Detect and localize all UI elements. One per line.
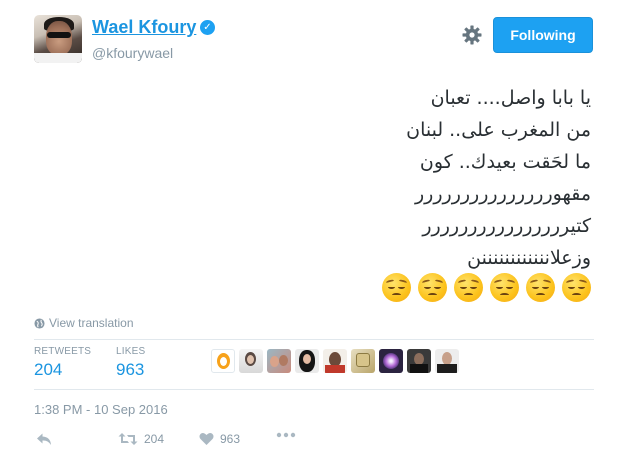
liker-avatar[interactable] [267,349,291,373]
liker-avatar[interactable] [407,349,431,373]
verified-badge-icon: ✓ [200,20,215,35]
liker-avatar[interactable] [211,349,235,373]
pensive-face-icon [526,273,555,302]
retweet-icon [118,433,138,445]
tweet-line: مقهوررررررررررررررر [415,183,591,205]
reply-button[interactable] [36,432,52,446]
pensive-face-icon [418,273,447,302]
pensive-face-icon [562,273,591,302]
emoji-row [382,273,591,302]
view-translation-label[interactable]: View translation [49,316,134,330]
more-button[interactable] [276,432,296,438]
retweets-label: RETWEETS [34,346,92,357]
pensive-face-icon [454,273,483,302]
reply-icon [37,433,51,445]
liker-avatar[interactable] [239,349,263,373]
liker-avatar[interactable] [323,349,347,373]
display-name[interactable]: Wael Kfoury [92,17,196,38]
like-button[interactable]: 963 [199,432,240,446]
liker-avatar[interactable] [351,349,375,373]
liker-avatar[interactable] [435,349,459,373]
avatar[interactable] [34,15,82,63]
gear-icon[interactable] [462,25,482,45]
globe-icon [34,317,45,329]
pensive-face-icon [382,273,411,302]
liker-avatars [211,349,459,373]
tweet-line: يا بابا واصل.... تعبان [430,87,591,109]
retweet-button[interactable]: 204 [118,432,164,446]
tweet-line: كتيرررررررررررررررر [422,215,591,237]
following-button[interactable]: Following [493,17,593,53]
like-count: 963 [220,432,241,446]
tweet-line: من المغرب على.. لبنان [406,119,591,141]
retweets-count[interactable]: 204 [34,360,62,380]
liker-avatar[interactable] [379,349,403,373]
user-handle[interactable]: @kfourywael [92,45,173,61]
heart-icon [199,433,214,445]
tweet-line: وزعلاننننننننننننن [467,247,591,269]
likes-count[interactable]: 963 [116,360,144,380]
view-translation-link[interactable]: View translation [34,316,134,330]
liker-avatar[interactable] [295,349,319,373]
pensive-face-icon [490,273,519,302]
more-icon [276,432,296,438]
tweet-text: يا بابا واصل.... تعبان من المغرب على.. ل… [31,82,591,274]
likes-label: LIKES [116,346,146,357]
tweet-line: ما لحَقت بعيدك.. كون [419,151,591,173]
retweet-count: 204 [144,432,165,446]
tweet-timestamp[interactable]: 1:38 PM - 10 Sep 2016 [34,402,168,417]
divider [34,389,594,390]
divider [34,339,594,340]
